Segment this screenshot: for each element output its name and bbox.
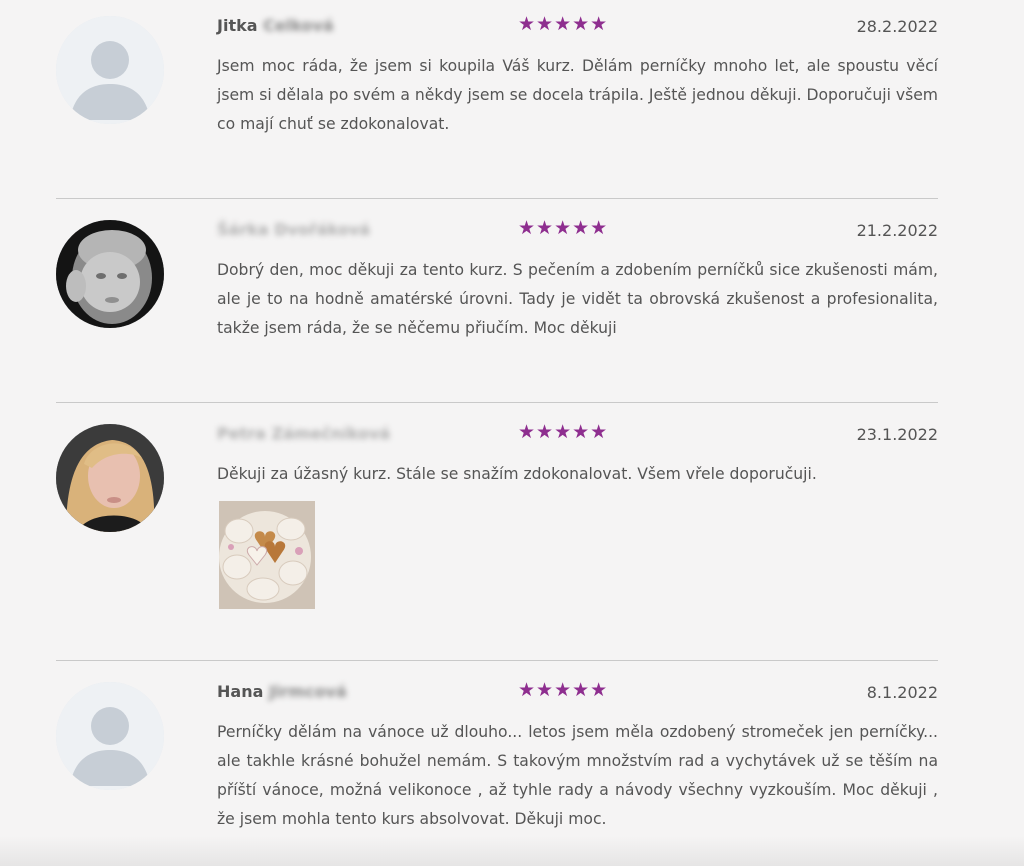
default-user-icon — [56, 682, 164, 790]
review-item: Hana Jirmcová ★★★★★ 8.1.2022 Perníčky dě… — [56, 666, 938, 836]
review-date: 21.2.2022 — [856, 221, 938, 240]
review-text: Dobrý den, moc děkuji za tento kurz. S p… — [217, 261, 938, 337]
star-rating: ★★★★★ — [518, 13, 609, 35]
review-text: Děkuji za úžasný kurz. Stále se snažím z… — [217, 465, 817, 483]
divider — [56, 660, 938, 661]
review-attachment-photo[interactable] — [219, 501, 315, 609]
star-rating: ★★★★★ — [518, 217, 609, 239]
review-item: Petra Zámečníková ★★★★★ 23.1.2022 Děkuji… — [56, 408, 938, 660]
review-item: Jitka Celková ★★★★★ 28.2.2022 Jsem moc r… — [56, 0, 938, 198]
reviewer-name: Hana Jirmcová — [217, 682, 347, 701]
star-rating: ★★★★★ — [518, 679, 609, 701]
review-date: 8.1.2022 — [866, 683, 938, 702]
review-text: Jsem moc ráda, že jsem si koupila Váš ku… — [217, 57, 938, 133]
avatar — [56, 424, 164, 532]
reviewer-name: Jitka Celková — [217, 16, 334, 35]
reviewer-name: Petra Zámečníková — [217, 424, 391, 443]
review-text: Perníčky dělám na vánoce už dlouho... le… — [217, 723, 938, 828]
divider — [56, 198, 938, 199]
review-date: 28.2.2022 — [856, 17, 938, 36]
reviewer-name: Šárka Dvořáková — [217, 220, 371, 239]
review-date: 23.1.2022 — [856, 425, 938, 444]
divider — [56, 402, 938, 403]
avatar — [56, 220, 164, 328]
default-user-icon — [56, 16, 164, 124]
review-item: Šárka Dvořáková ★★★★★ 21.2.2022 Dobrý de… — [56, 204, 938, 402]
star-rating: ★★★★★ — [518, 421, 609, 443]
page-bottom-edge — [0, 836, 1024, 866]
